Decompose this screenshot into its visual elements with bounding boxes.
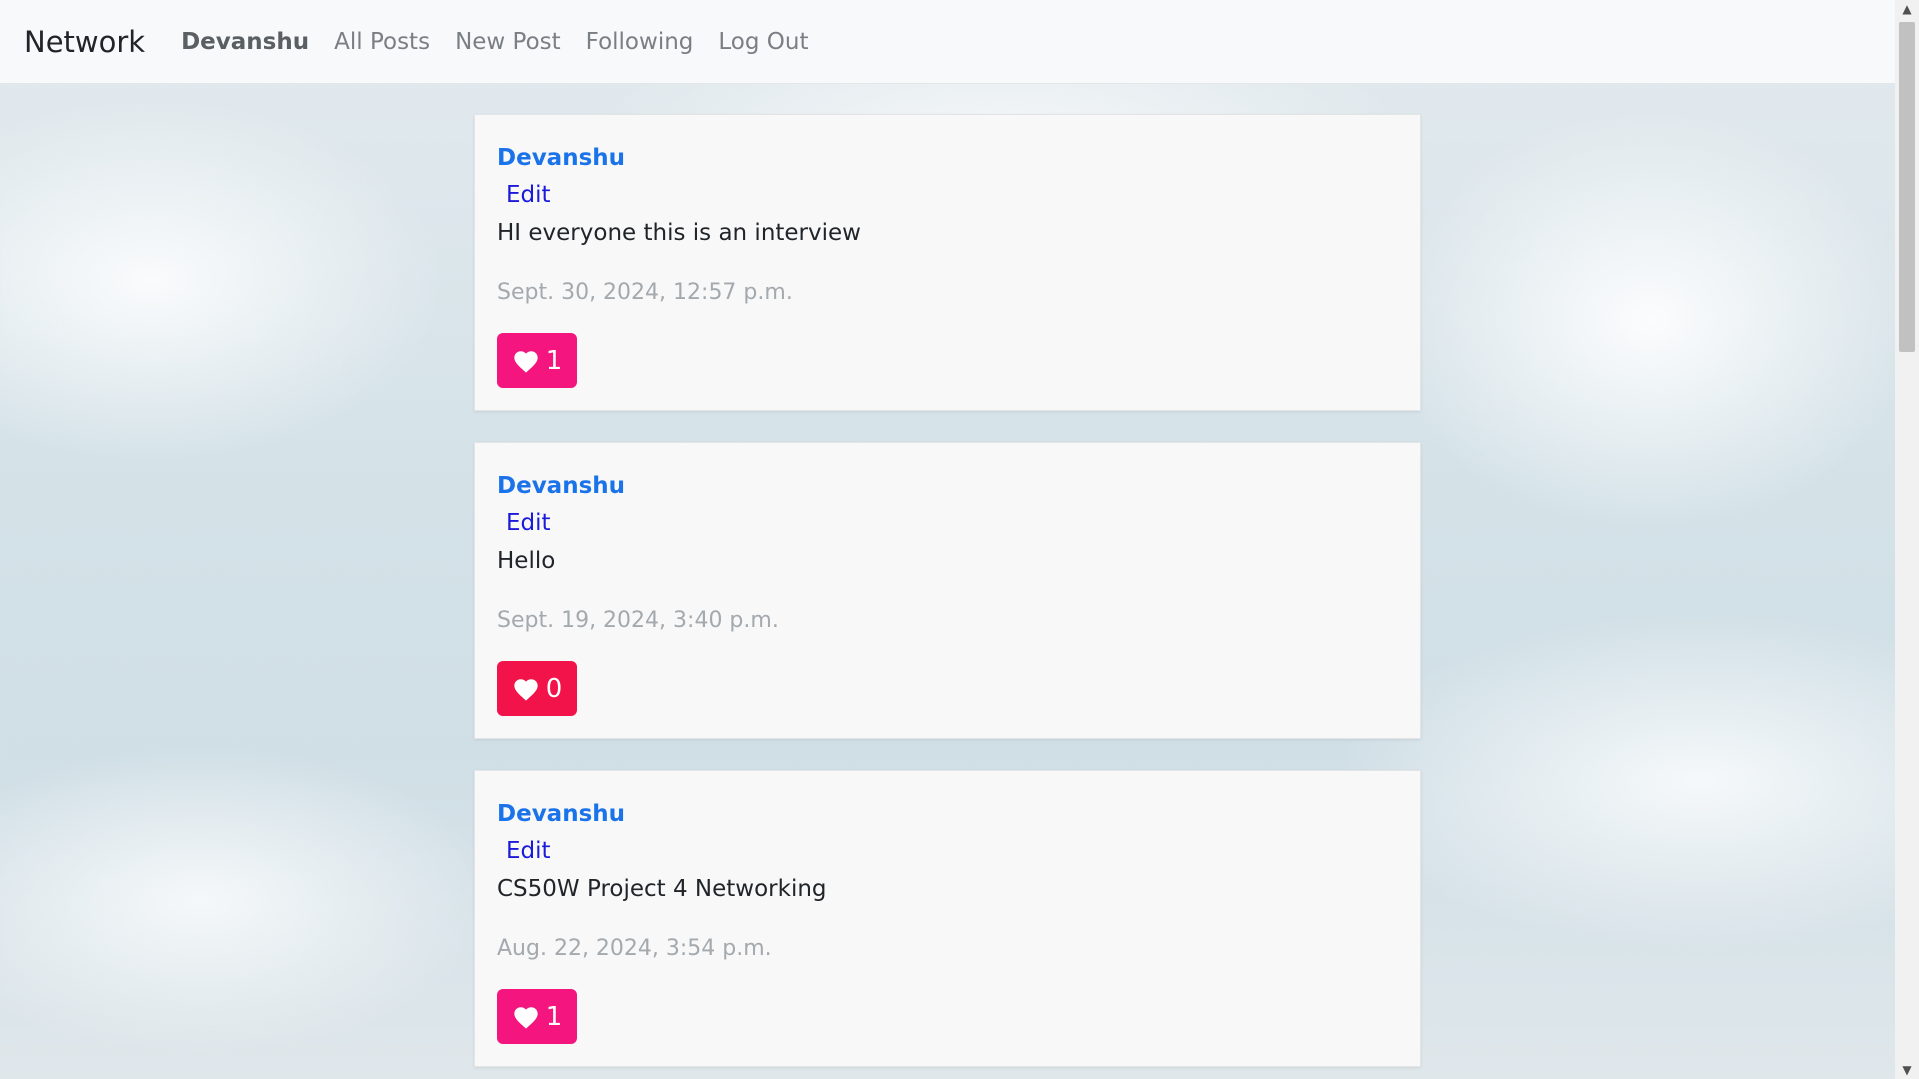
like-count: 0 (545, 673, 563, 704)
edit-post-link[interactable]: Edit (506, 180, 1398, 210)
chevron-down-icon[interactable]: ▼ (1895, 1061, 1919, 1079)
like-count: 1 (545, 345, 563, 376)
top-navbar: Network Devanshu All Posts New Post Foll… (0, 0, 1895, 84)
post-timestamp: Aug. 22, 2024, 3:54 p.m. (497, 936, 772, 961)
vertical-scrollbar[interactable]: ▲ ▼ (1895, 0, 1919, 1079)
post-card: Devanshu Edit CS50W Project 4 Networking… (474, 770, 1421, 1067)
edit-post-link[interactable]: Edit (506, 836, 1398, 866)
nav-log-out-link[interactable]: Log Out (718, 29, 808, 55)
like-button[interactable]: 0 (497, 661, 577, 716)
post-author-link[interactable]: Devanshu (497, 471, 1398, 501)
chevron-up-icon[interactable]: ▲ (1895, 0, 1919, 18)
post-card: Devanshu Edit HI everyone this is an int… (474, 114, 1421, 411)
nav-user-profile-link[interactable]: Devanshu (181, 29, 309, 55)
post-content: HI everyone this is an interview (497, 220, 861, 246)
post-content: Hello (497, 548, 556, 574)
like-button[interactable]: 1 (497, 333, 577, 388)
edit-post-link[interactable]: Edit (506, 508, 1398, 538)
post-author-link[interactable]: Devanshu (497, 799, 1398, 829)
scrollbar-thumb[interactable] (1899, 22, 1915, 352)
post-card: Devanshu Edit Hello Sept. 19, 2024, 3:40… (474, 442, 1421, 739)
like-button[interactable]: 1 (497, 989, 577, 1044)
post-timestamp: Sept. 30, 2024, 12:57 p.m. (497, 280, 793, 305)
post-timestamp: Sept. 19, 2024, 3:40 p.m. (497, 608, 779, 633)
brand-logo-link[interactable]: Network (24, 25, 145, 59)
posts-feed: Devanshu Edit HI everyone this is an int… (474, 114, 1421, 1079)
nav-new-post-link[interactable]: New Post (455, 29, 561, 55)
post-content: CS50W Project 4 Networking (497, 876, 827, 902)
nav-following-link[interactable]: Following (586, 29, 694, 55)
heart-icon (512, 348, 540, 374)
like-count: 1 (545, 1001, 563, 1032)
nav-all-posts-link[interactable]: All Posts (334, 29, 430, 55)
post-author-link[interactable]: Devanshu (497, 143, 1398, 173)
heart-icon (512, 1004, 540, 1030)
heart-icon (512, 676, 540, 702)
